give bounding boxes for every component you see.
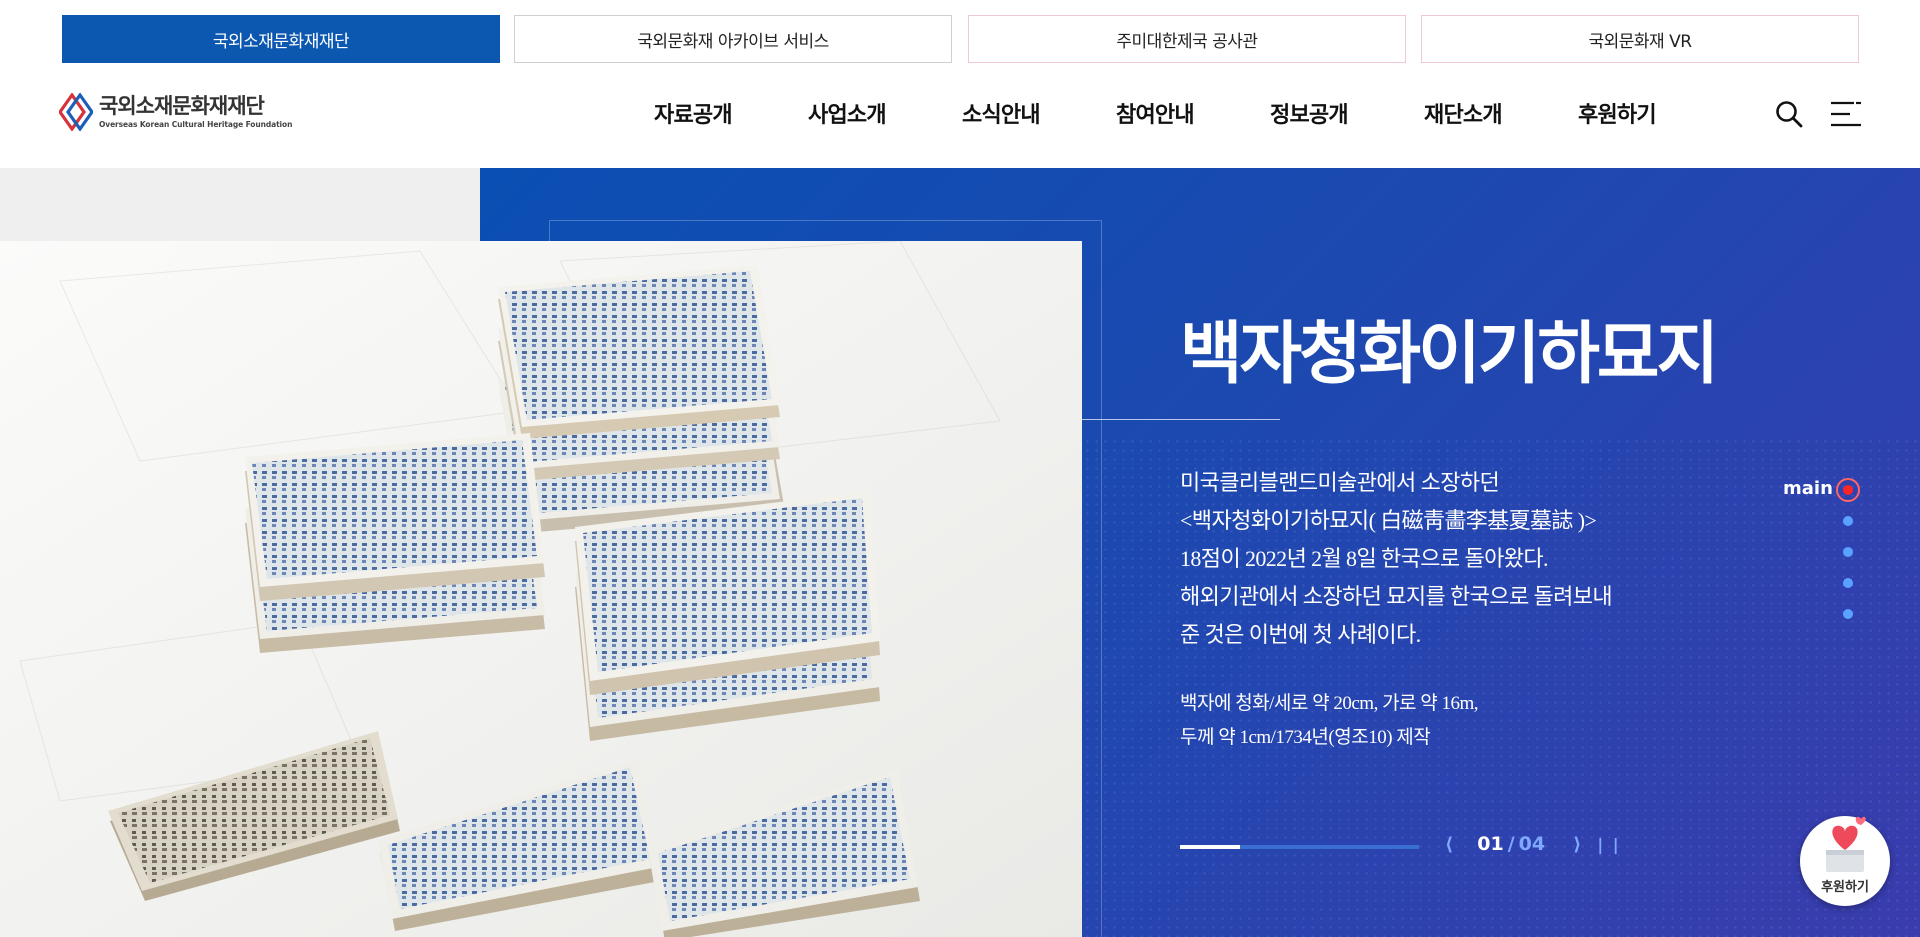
nav-item-about[interactable]: 재단소개 bbox=[1424, 97, 1503, 129]
site-header: 국외소재문화재재단 Overseas Korean Cultural Herit… bbox=[0, 63, 1920, 168]
quick-link-foundation[interactable]: 국외소재문화재재단 bbox=[62, 15, 500, 63]
slide-pager: ⟨ 01 / 04 ⟩ | | bbox=[1445, 833, 1621, 855]
logo-title: 국외소재문화재재단 bbox=[99, 94, 265, 118]
hamburger-menu-icon[interactable] bbox=[1830, 100, 1862, 128]
side-nav-dot[interactable] bbox=[1843, 516, 1853, 526]
side-nav-dot[interactable] bbox=[1843, 609, 1853, 619]
nav-item-donate[interactable]: 후원하기 bbox=[1578, 97, 1657, 129]
nav-item-data[interactable]: 자료공개 bbox=[654, 97, 733, 129]
quick-link-legation[interactable]: 주미대한제국 공사관 bbox=[968, 15, 1406, 63]
nav-item-business[interactable]: 사업소개 bbox=[808, 97, 887, 129]
hero-description-line: 해외기관에서 소장하던 묘지를 한국으로 돌려보내 bbox=[1180, 584, 1613, 609]
chevron-left-icon[interactable]: ⟨ bbox=[1445, 834, 1453, 855]
hero-description-line: 준 것은 이번에 첫 사례이다. bbox=[1180, 622, 1421, 647]
nav-item-participation[interactable]: 참여안내 bbox=[1116, 97, 1195, 129]
logo-subtitle: Overseas Korean Cultural Heritage Founda… bbox=[99, 120, 293, 129]
slide-separator: / bbox=[1507, 833, 1515, 855]
hero-divider-line bbox=[1082, 419, 1280, 420]
side-nav-dot[interactable] bbox=[1843, 578, 1853, 588]
slide-total: 04 bbox=[1518, 833, 1546, 855]
hero-specification: 백자에 청화/세로 약 20cm, 가로 약 16m, 두께 약 1cm/173… bbox=[1180, 687, 1479, 755]
chevron-right-icon[interactable]: ⟩ bbox=[1573, 834, 1581, 855]
slide-progress-bar bbox=[1180, 845, 1419, 849]
floating-donate-label: 후원하기 bbox=[1821, 880, 1869, 895]
porcelain-epitaph-illustration bbox=[0, 241, 1082, 937]
hero-description-line: <백자청화이기하묘지( 白磁靑畵李基夏墓誌 )> bbox=[1180, 508, 1597, 533]
hero-description-line: 미국클리블랜드미술관에서 소장하던 bbox=[1180, 470, 1500, 495]
heart-gift-icon bbox=[1826, 816, 1866, 872]
hero-title: 백자청화이기하묘지 bbox=[1180, 315, 1719, 394]
side-nav-label: main bbox=[1783, 478, 1833, 499]
pause-icon[interactable]: | | bbox=[1597, 835, 1620, 854]
logo-diamond-icon bbox=[59, 93, 93, 131]
side-nav-dot[interactable] bbox=[1843, 547, 1853, 557]
quick-link-vr[interactable]: 국외문화재 VR bbox=[1421, 15, 1859, 63]
slide-progress-fill bbox=[1180, 845, 1240, 849]
hero-description: 미국클리블랜드미술관에서 소장하던 <백자청화이기하묘지( 白磁靑畵李基夏墓誌 … bbox=[1180, 464, 1650, 654]
side-nav-dot-active[interactable] bbox=[1836, 478, 1860, 502]
hero-description-line: 18점이 2022년 2월 8일 한국으로 돌아왔다. bbox=[1180, 546, 1549, 571]
search-icon[interactable] bbox=[1774, 99, 1804, 129]
hero-slider: 백자청화이기하묘지 미국클리블랜드미술관에서 소장하던 <백자청화이기하묘지( … bbox=[0, 168, 1920, 937]
hero-image-epitaph-tablets bbox=[0, 241, 1082, 937]
site-logo[interactable]: 국외소재문화재재단 Overseas Korean Cultural Herit… bbox=[59, 93, 292, 131]
nav-item-disclosure[interactable]: 정보공개 bbox=[1270, 97, 1349, 129]
floating-donate-button[interactable]: 후원하기 bbox=[1800, 816, 1890, 906]
slide-current: 01 bbox=[1477, 833, 1504, 855]
quick-link-archive[interactable]: 국외문화재 아카이브 서비스 bbox=[514, 15, 952, 63]
quick-links-bar: 국외소재문화재재단 국외문화재 아카이브 서비스 주미대한제국 공사관 국외문화… bbox=[62, 15, 1860, 63]
nav-item-news[interactable]: 소식안내 bbox=[962, 97, 1041, 129]
hero-spec-line: 백자에 청화/세로 약 20cm, 가로 약 16m, bbox=[1180, 693, 1479, 714]
hero-spec-line: 두께 약 1cm/1734년(영조10) 제작 bbox=[1180, 727, 1431, 748]
